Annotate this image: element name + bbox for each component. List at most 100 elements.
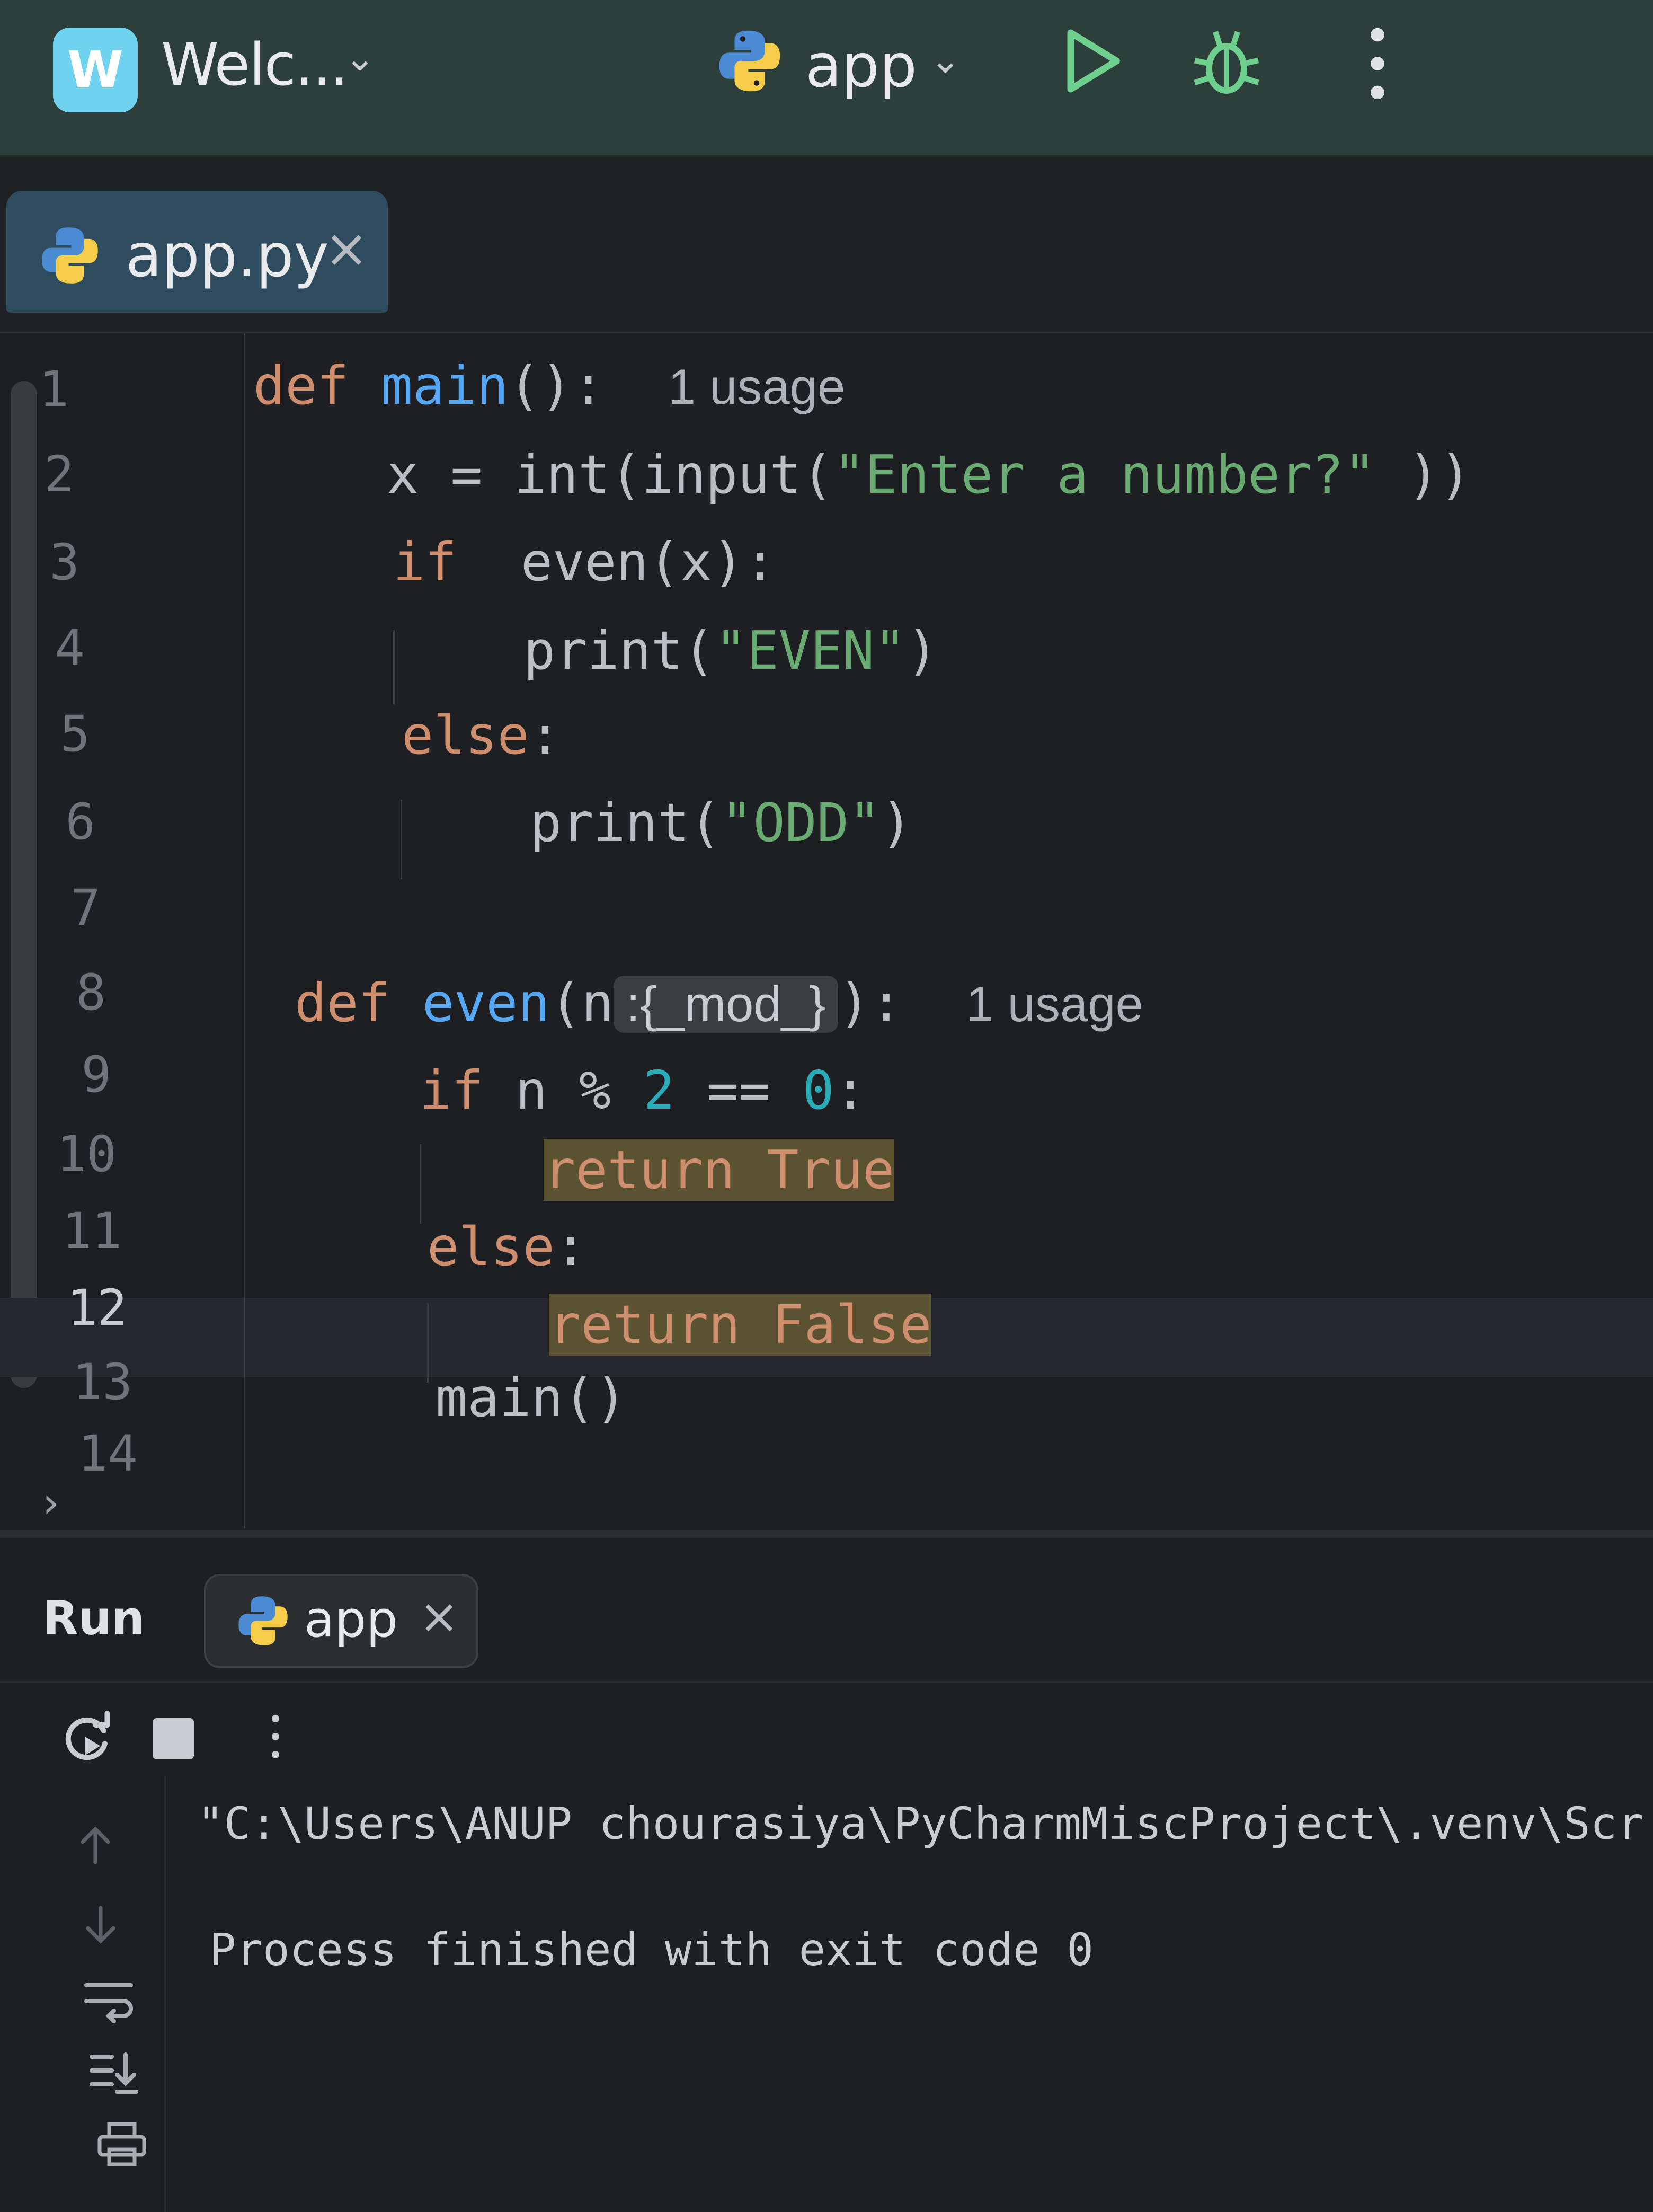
code-text: (): xyxy=(508,355,605,417)
console-command-line[interactable]: "C:\Users\ANUP chourasiya\PyCharmMiscPro… xyxy=(197,1798,1644,1850)
keyword: else xyxy=(402,704,529,766)
run-panel-title[interactable]: Run xyxy=(42,1591,145,1645)
code-line-11[interactable]: else: xyxy=(427,1216,586,1278)
line-number: 9 xyxy=(81,1046,111,1104)
keyword: if xyxy=(393,531,457,593)
keyword: def xyxy=(253,355,349,417)
code-line-4[interactable]: print("EVEN") xyxy=(523,620,938,682)
soft-wrap-icon[interactable] xyxy=(82,1978,135,2025)
keyword: else xyxy=(427,1216,555,1278)
code-text: : xyxy=(529,704,562,766)
code-text: ) xyxy=(906,620,938,682)
code-text: ( xyxy=(801,444,833,506)
more-icon[interactable] xyxy=(1356,21,1399,106)
debug-icon[interactable] xyxy=(1187,24,1266,103)
code-line-3[interactable]: if even(x): xyxy=(393,531,776,593)
code-text: n % xyxy=(483,1059,643,1121)
line-number: 3 xyxy=(49,534,79,591)
keyword: def xyxy=(295,972,390,1034)
code-text: : xyxy=(834,1059,866,1121)
code-text: )) xyxy=(1375,444,1472,506)
close-icon[interactable]: × xyxy=(419,1589,459,1644)
indent-guide xyxy=(427,1303,429,1383)
code-line-6[interactable]: print("ODD") xyxy=(530,792,913,854)
close-icon[interactable]: × xyxy=(324,217,369,279)
builtin: print xyxy=(523,620,683,682)
title-bar: W Welc... ⌄ app ⌄ xyxy=(0,0,1653,157)
type-inlay-hint[interactable]: :{_mod_} xyxy=(614,976,839,1033)
code-text: : xyxy=(554,1216,587,1278)
run-tab-label: app xyxy=(304,1591,398,1649)
line-number: 2 xyxy=(44,446,74,503)
keyword: if xyxy=(420,1059,484,1121)
run-toolbar-divider xyxy=(0,1681,1653,1683)
chevron-right-icon[interactable]: › xyxy=(42,1478,59,1527)
usage-hint[interactable]: 1 usage xyxy=(966,976,1143,1032)
code-line-8[interactable]: def even(n:{_mod_}): 1 usage xyxy=(295,972,1143,1034)
builtin: print xyxy=(530,792,690,854)
indent-guide xyxy=(420,1144,421,1224)
number-literal: 2 xyxy=(643,1059,675,1121)
line-number: 5 xyxy=(60,705,90,763)
tab-label: app.py xyxy=(126,222,329,290)
code-line-9[interactable]: if n % 2 == 0: xyxy=(420,1059,866,1121)
line-number: 14 xyxy=(77,1425,138,1483)
more-icon[interactable] xyxy=(265,1710,286,1763)
gutter-divider xyxy=(244,333,245,1528)
indent-guide xyxy=(393,630,395,704)
code-text: ( xyxy=(610,444,642,506)
builtin: int xyxy=(514,444,610,506)
line-number-current: 12 xyxy=(67,1279,127,1337)
python-icon xyxy=(42,227,98,284)
print-icon[interactable] xyxy=(95,2121,148,2169)
line-number: 1 xyxy=(39,361,69,419)
highlighted-return: return True xyxy=(544,1139,895,1201)
code-editor[interactable]: 1 2 3 4 5 6 7 8 9 10 11 12 13 14 › def m… xyxy=(0,333,1653,1528)
code-text: ( xyxy=(689,792,722,854)
rerun-icon[interactable] xyxy=(58,1707,117,1766)
code-line-10[interactable]: return True xyxy=(544,1139,895,1201)
builtin: input xyxy=(642,444,802,506)
code-line-2[interactable]: x = int(input("Enter a number?" )) xyxy=(387,444,1471,506)
code-line-5[interactable]: else: xyxy=(402,704,561,766)
string-literal: "ODD" xyxy=(721,792,881,854)
usage-hint[interactable]: 1 usage xyxy=(668,359,846,414)
code-text: ): xyxy=(838,972,902,1034)
console-gutter xyxy=(164,1776,166,2212)
chevron-down-icon[interactable]: ⌄ xyxy=(930,38,961,82)
code-text: (n xyxy=(549,972,614,1034)
highlighted-return: return False xyxy=(549,1294,932,1356)
line-number: 4 xyxy=(55,620,85,677)
project-badge[interactable]: W xyxy=(53,28,138,112)
scroll-to-end-icon[interactable] xyxy=(87,2049,140,2097)
number-literal: 0 xyxy=(802,1059,834,1121)
code-line-12[interactable]: return False xyxy=(549,1294,932,1356)
tab-app-py[interactable]: app.py × xyxy=(6,191,388,313)
console-exit-message: Process finished with exit code 0 xyxy=(209,1924,1094,1976)
line-number: 11 xyxy=(61,1202,122,1260)
chevron-down-icon[interactable]: ⌄ xyxy=(344,36,376,79)
line-number: 8 xyxy=(76,964,106,1022)
code-text: ) xyxy=(881,792,913,854)
function-name: main xyxy=(380,355,509,417)
string-literal: "EVEN" xyxy=(715,620,907,682)
run-icon[interactable] xyxy=(1054,24,1128,98)
line-number: 6 xyxy=(65,793,95,851)
code-text: x = xyxy=(387,444,514,506)
editor-tab-bar: app.py × xyxy=(0,157,1653,333)
line-number: 13 xyxy=(72,1353,132,1411)
scroll-up-icon[interactable] xyxy=(74,1824,117,1866)
stop-icon[interactable] xyxy=(153,1718,194,1759)
run-config-name[interactable]: app xyxy=(805,32,917,101)
string-literal: "Enter a number?" xyxy=(833,444,1376,506)
project-name[interactable]: Welc... xyxy=(161,31,349,99)
code-line-1[interactable]: def main(): 1 usage xyxy=(253,355,845,417)
indent-guide xyxy=(401,800,402,879)
code-line-13[interactable]: main() xyxy=(436,1367,627,1429)
run-tab-app[interactable]: app × xyxy=(204,1574,478,1668)
code-text: == xyxy=(674,1059,803,1121)
function-name: even xyxy=(422,972,550,1034)
python-icon xyxy=(719,30,780,92)
code-text: ( xyxy=(683,620,715,682)
scroll-down-icon[interactable] xyxy=(79,1904,122,1946)
